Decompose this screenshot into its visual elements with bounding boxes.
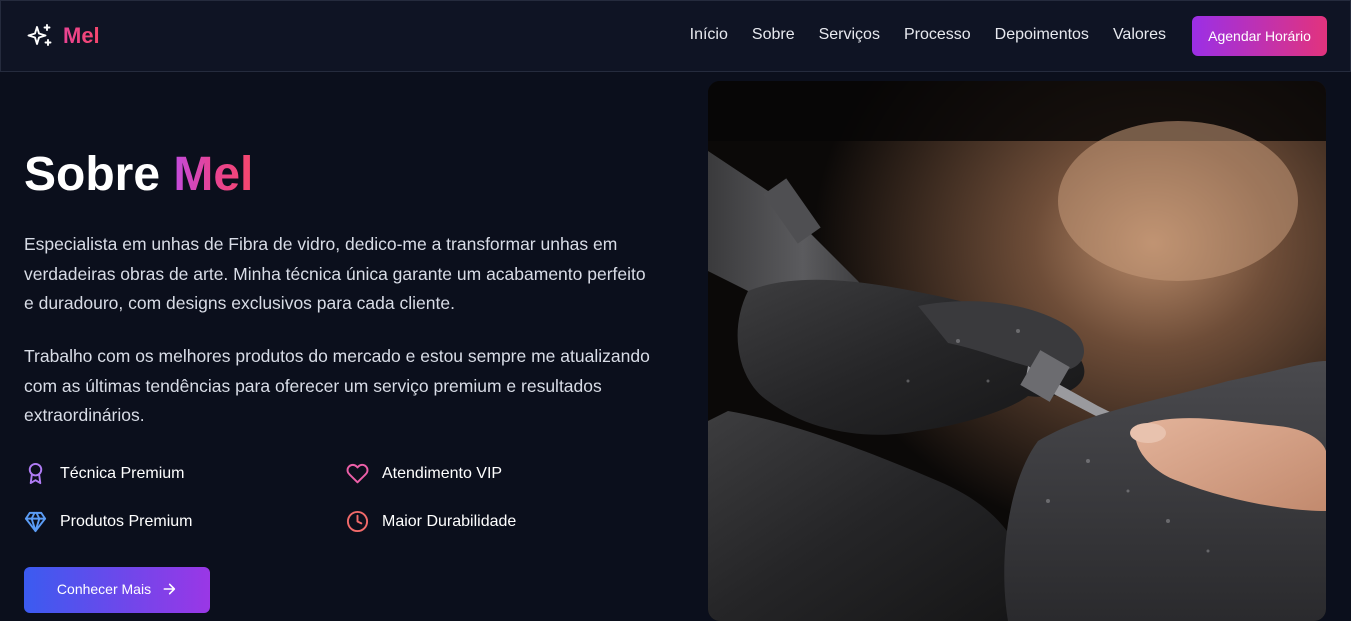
nav-link-servicos[interactable]: Serviços (819, 25, 880, 45)
feature-item: Maior Durabilidade (346, 510, 516, 533)
nav-link-valores[interactable]: Valores (1113, 25, 1166, 45)
feature-label: Produtos Premium (60, 512, 193, 530)
about-paragraph-2: Trabalho com os melhores produtos do mer… (24, 346, 650, 425)
nav-link-processo[interactable]: Processo (904, 25, 971, 45)
brand-logo[interactable]: Mel (27, 22, 100, 50)
learn-more-label: Conhecer Mais (56, 581, 152, 597)
about-title: Sobre Mel (24, 146, 664, 204)
clock-icon (346, 510, 369, 533)
arrow-right-icon (163, 583, 176, 595)
sparkles-icon (27, 24, 52, 46)
about-heading-wrap: Sobre Mel (24, 146, 664, 204)
schedule-button[interactable]: Agendar Horário (1192, 16, 1327, 56)
learn-more-button[interactable]: Conhecer Mais (24, 567, 210, 613)
nav-link-depoimentos[interactable]: Depoimentos (995, 25, 1089, 45)
nav-link-sobre[interactable]: Sobre (752, 25, 795, 45)
nav-link-inicio[interactable]: Início (690, 25, 728, 45)
brand-name: Mel (63, 23, 100, 48)
heart-icon (346, 463, 369, 484)
manicure-photo (708, 81, 1326, 621)
feature-label: Maior Durabilidade (382, 512, 517, 530)
diamond-icon (24, 511, 47, 533)
navbar: Mel Início Sobre Serviços Processo Depoi… (0, 0, 1351, 72)
manicure-drill-photo (708, 81, 1326, 621)
feature-label: Atendimento VIP (382, 464, 503, 482)
feature-item: Produtos Premium (24, 510, 193, 533)
feature-item: Técnica Premium (24, 462, 184, 485)
about-title-accent: Mel (173, 148, 254, 201)
feature-label: Técnica Premium (60, 464, 185, 482)
feature-item: Atendimento VIP (346, 462, 502, 485)
nav-links: Início Sobre Serviços Processo Depoiment… (690, 25, 1166, 45)
award-icon (28, 462, 43, 485)
feature-list: Técnica Premium Atendimento VIP Produtos… (24, 458, 684, 542)
about-paragraph-1: Especialista em unhas de Fibra de vidro,… (24, 234, 646, 313)
about-title-prefix: Sobre (24, 148, 161, 201)
